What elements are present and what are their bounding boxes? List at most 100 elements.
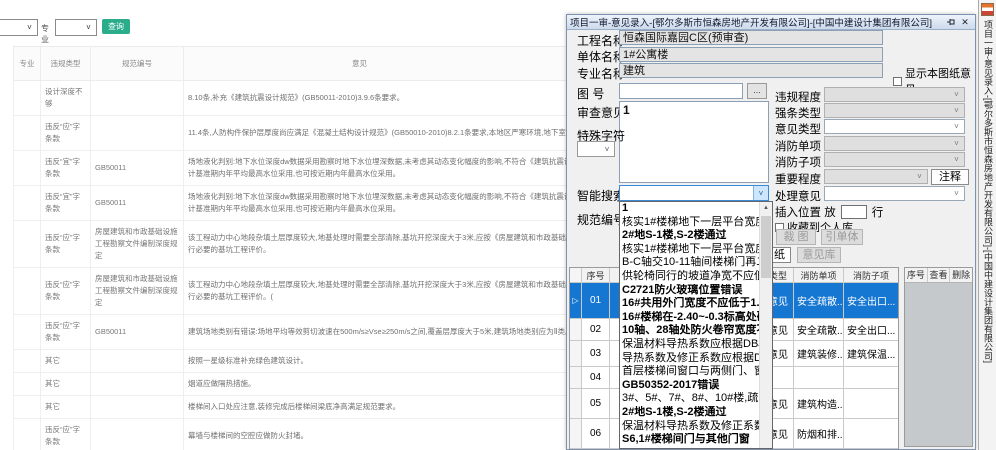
dialog-field-row: 消防单项 ˅ — [775, 136, 973, 153]
cell-major — [13, 267, 41, 315]
panel-icon[interactable] — [981, 3, 994, 16]
annotate-button[interactable]: 注释 — [931, 169, 969, 185]
field-select[interactable]: ˅ — [824, 186, 965, 201]
dropdown-item[interactable]: C2721防火玻璃位置错误 — [620, 284, 759, 298]
dialog-field-row: 违规程度 ˅ — [775, 87, 973, 104]
chevron-down-icon: ˅ — [917, 172, 922, 181]
chevron-down-icon: ˅ — [954, 155, 959, 164]
chevron-down-icon: ˅ — [86, 23, 91, 32]
field-select[interactable]: ˅ — [824, 136, 965, 151]
dropdown-item[interactable]: 保温材料导热系数及修正系数 — [620, 420, 759, 434]
dropdown-item[interactable]: 保温材料导热系数应根据DBJ — [620, 338, 759, 352]
dialog-titlebar[interactable]: 项目一审-意见录入-[鄂尔多斯市恒森房地产开发有限公司]-[中国中建设计集团有限… — [567, 15, 975, 30]
project-name-field[interactable]: 恒森国际嘉园C区(预审查) — [619, 30, 883, 45]
cell-major — [13, 349, 41, 373]
grid-cell-fire-sub: 安全出口... — [847, 297, 896, 308]
current-row-marker — [570, 419, 582, 448]
dropdown-item[interactable]: 16#共用外门宽度不应低于1.2 — [620, 297, 759, 311]
scrollbar-thumb[interactable] — [761, 216, 771, 278]
code-no-label: 规范编号 — [577, 213, 626, 227]
dropdown-item[interactable]: 核实1#楼梯地下一层平台宽度 — [620, 216, 759, 230]
grid-cell-fire-sub — [844, 367, 898, 388]
grid-cell-no: 04 — [582, 367, 610, 388]
grid-cell-fire-unit — [794, 367, 844, 388]
insert-position-input[interactable] — [840, 205, 867, 219]
cell-major — [13, 185, 41, 221]
grid-cell-no: 03 — [582, 341, 610, 366]
attachment-table-header: 序号 查看 删除 — [905, 268, 972, 283]
dropdown-item[interactable]: 16#楼梯在-2.40~-0.3标高处确 — [620, 311, 759, 325]
major-name-field[interactable]: 建筑 — [619, 63, 883, 78]
dropdown-item[interactable]: 核实1#楼梯地下一层平台宽度 — [620, 243, 759, 257]
dropdown-item[interactable]: 2#地S-1楼,S-2楼通过 — [620, 406, 759, 420]
scroll-up-icon[interactable]: ▲ — [760, 202, 772, 215]
current-row-marker — [570, 319, 582, 340]
cell-code — [90, 349, 184, 373]
cell-code — [90, 115, 184, 151]
close-icon[interactable]: ✕ — [958, 16, 972, 28]
field-select[interactable]: ˅ — [824, 169, 928, 184]
smart-search-dropdown: 1 核实1#楼梯地下一层平台宽度 2#地S-1楼,S-2楼通过 核实1#楼梯地下一层平… — [619, 201, 773, 449]
cell-major — [13, 395, 41, 419]
browse-button[interactable]: ... — [747, 83, 767, 99]
cell-violation-type: 违反“应”字条款 — [40, 267, 91, 315]
field-select[interactable]: ˅ — [824, 119, 965, 134]
dropdown-item[interactable]: B-C轴交10-11轴间楼梯门再二 — [620, 256, 759, 270]
grid-header-fire-sub: 消防子项 — [852, 270, 889, 281]
cell-violation-type: 其它 — [40, 395, 91, 419]
dialog-field-row: 意见类型 ˅ — [775, 119, 973, 136]
crop-image-button[interactable]: 裁 图 — [776, 229, 816, 245]
cell-violation-type: 其它 — [40, 372, 91, 396]
opinion-library-button[interactable]: 意见库 — [797, 247, 841, 263]
current-row-marker — [570, 341, 582, 366]
drawing-no-input[interactable] — [619, 83, 743, 99]
chevron-down-icon: ˅ — [753, 186, 768, 200]
grid-cell-fire-sub: 安全出口... — [847, 326, 896, 337]
insert-position-row: 插入位置 放 行 — [775, 204, 883, 220]
col-header-type: 违规类型 — [40, 46, 91, 81]
field-select[interactable]: ˅ — [824, 103, 965, 118]
grid-cell-no: 01 — [582, 283, 610, 318]
unit-name-field[interactable]: 1#公寓楼 — [619, 47, 883, 62]
pin-icon[interactable] — [944, 16, 958, 28]
field-select[interactable]: ˅ — [824, 152, 965, 167]
cell-code: GB50011 — [90, 150, 184, 186]
specialty-select[interactable]: ˅ — [55, 19, 97, 36]
dropdown-item[interactable]: 3#、5#、7#、8#、10#楼,疏 — [620, 392, 759, 406]
cell-code: 房屋建筑和市政基础设施工程勘察文件编制深度规定 — [90, 267, 184, 315]
field-label: 重要程度 — [775, 174, 821, 186]
dock-strip: 项目一审-意见录入-[鄂尔多斯市恒森房地产开发有限公司]-[中国中建设计集团有限… — [978, 0, 996, 450]
cell-violation-type: 违反“宜”字条款 — [40, 150, 91, 186]
grid-cell-fire-sub — [844, 419, 898, 448]
dropdown-item[interactable]: 首层楼梯间窗口与两侧门、窗 — [620, 365, 759, 379]
dropdown-item[interactable]: 供轮椅同行的坡道净宽不应低 — [620, 270, 759, 284]
smart-search-combo[interactable]: ˅ — [619, 185, 769, 201]
dropdown-item[interactable]: 导热系数及修正系数应根据D — [620, 352, 759, 366]
dropdown-item[interactable]: 1 — [620, 202, 759, 216]
review-opinion-textarea[interactable]: 1 — [619, 101, 769, 183]
cell-violation-type: 设计深度不够 — [40, 80, 91, 116]
dropdown-item[interactable]: S6,1#楼梯间门与其他门窗 — [620, 433, 759, 447]
query-button[interactable]: 查询 — [102, 19, 130, 34]
grid-cell-fire-unit: 建筑构造... — [794, 389, 844, 418]
dock-tab-label[interactable]: 项目一审-意见录入-[鄂尔多斯市恒森房地产开发有限公司]-[中国中建设计集团有限… — [982, 20, 995, 448]
cell-code — [90, 395, 184, 419]
ref-unit-button[interactable]: 引单体 — [821, 229, 863, 245]
filter-select-1[interactable]: ˅ — [0, 19, 38, 36]
checkbox-icon — [893, 76, 902, 86]
grid-cell-no: 06 — [582, 419, 610, 448]
dropdown-scrollbar[interactable]: ▲ — [759, 202, 772, 448]
dropdown-item[interactable]: 10轴、28轴处防火卷帘宽度不 — [620, 324, 759, 338]
field-label: 意见类型 — [775, 124, 821, 136]
cell-violation-type: 违反“应”字条款 — [40, 418, 91, 450]
special-char-select[interactable]: ˅ — [577, 141, 615, 157]
review-entry-dialog: 项目一审-意见录入-[鄂尔多斯市恒森房地产开发有限公司]-[中国中建设计集团有限… — [566, 14, 976, 450]
field-select[interactable]: ˅ — [824, 87, 965, 102]
dialog-field-row: 强条类型 ˅ — [775, 103, 973, 120]
dropdown-item[interactable]: 2#地S-1楼,S-2楼通过 — [620, 229, 759, 243]
dropdown-item[interactable]: GB50352-2017错误 — [620, 379, 759, 393]
cell-major — [13, 418, 41, 450]
cell-violation-type: 其它 — [40, 349, 91, 373]
cell-code: 房屋建筑和市政基础设施工程勘察文件编制深度规定 — [90, 220, 184, 268]
attach-header-view: 查看 — [928, 268, 951, 282]
